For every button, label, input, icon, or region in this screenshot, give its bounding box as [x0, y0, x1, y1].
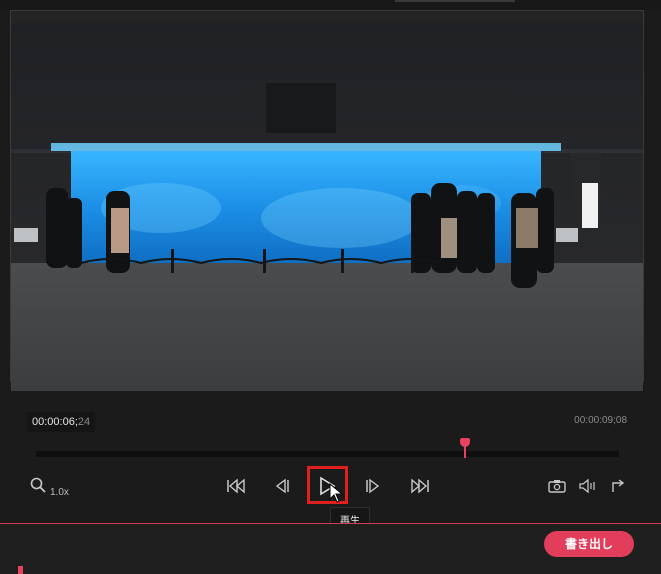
zoom-level-label: 1.0x [50, 487, 69, 498]
next-frame-button[interactable] [364, 477, 382, 495]
zoom-icon[interactable] [30, 477, 46, 498]
seek-bar[interactable] [36, 451, 619, 457]
current-timecode-main: 00:00:06; [32, 416, 78, 428]
export-arrow-icon [610, 478, 626, 494]
export-button[interactable]: 書き出し [544, 531, 634, 557]
skip-to-start-icon [226, 478, 246, 494]
timeline-marker[interactable] [18, 566, 23, 574]
next-frame-icon [365, 478, 381, 494]
previous-frame-button[interactable] [273, 477, 291, 495]
previous-frame-icon [274, 478, 290, 494]
top-drag-handle[interactable] [395, 0, 515, 2]
zoom-control[interactable]: 1.0x [30, 477, 69, 498]
playhead-handle[interactable] [459, 438, 470, 447]
aquarium-scene-image [11, 23, 643, 391]
skip-to-start-button[interactable] [225, 477, 247, 495]
window-top-bar [0, 0, 661, 10]
current-timecode: 00:00:06;24 [27, 412, 96, 432]
skip-to-end-button[interactable] [409, 477, 431, 495]
skip-to-end-icon [410, 478, 430, 494]
export-frame-button[interactable] [609, 477, 627, 495]
preview-window: 00:00:06;24 00:00:09;08 1.0x [0, 0, 661, 523]
video-preview-panel [10, 10, 644, 391]
volume-button[interactable] [577, 478, 597, 494]
video-frame[interactable] [11, 23, 643, 391]
volume-icon [578, 479, 596, 493]
snapshot-button[interactable] [547, 478, 567, 494]
camera-icon [548, 479, 566, 493]
current-timecode-frames: 24 [77, 416, 91, 428]
total-timecode: 00:00:09;08 [574, 415, 627, 426]
mouse-cursor-icon [329, 482, 344, 508]
